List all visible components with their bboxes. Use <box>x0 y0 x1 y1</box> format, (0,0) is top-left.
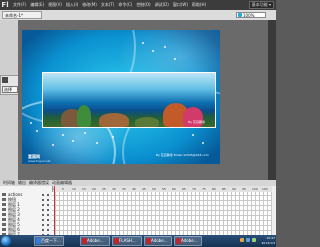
coral-rock <box>77 105 91 127</box>
layer-icon <box>2 218 6 221</box>
taskbar-button-adobe-3[interactable]: Adobe... <box>174 236 202 246</box>
bubble <box>202 142 204 144</box>
lock-dot[interactable] <box>47 203 49 206</box>
menu-commands[interactable]: 命令(C) <box>118 2 132 8</box>
playhead[interactable] <box>54 186 55 235</box>
clock-date: 2013/1/3 <box>261 241 275 245</box>
tray-icon[interactable] <box>252 238 256 242</box>
lock-dot[interactable] <box>47 198 49 201</box>
browser-icon <box>36 238 41 244</box>
taskbar-label: Adobe... <box>151 238 168 243</box>
menu-bar: Fl 文件(F) 编辑(E) 视图(V) 插入(I) 修改(M) 文本(T) 命… <box>0 0 276 10</box>
bubble <box>52 144 54 146</box>
visibility-dot[interactable] <box>42 193 44 196</box>
bubble <box>142 42 144 44</box>
lock-dot[interactable] <box>47 193 49 196</box>
selection-tool-button[interactable]: 选择 <box>2 86 18 93</box>
taskbar-label: Adobe... <box>87 238 104 243</box>
underwater-photo: By 花自飘零 <box>42 72 216 128</box>
visibility-dot[interactable] <box>42 218 44 221</box>
start-button[interactable] <box>1 236 11 246</box>
visibility-dot[interactable] <box>42 223 44 226</box>
menu-insert[interactable]: 插入(I) <box>66 2 78 8</box>
taskbar-label: FLASH... <box>119 238 136 243</box>
taskbar-label: 百度一下... <box>41 238 61 243</box>
tray-icon[interactable] <box>246 238 250 242</box>
adobe-icon <box>146 238 151 244</box>
coral-rock <box>135 117 159 127</box>
bubble <box>112 136 114 138</box>
stage-canvas[interactable]: By 花自飘零 富国网 www.fuguo.net By 花自飘零 Email:… <box>22 30 220 164</box>
bubble <box>62 134 64 136</box>
bubble <box>36 130 38 132</box>
menu-view[interactable]: 视图(V) <box>48 2 62 8</box>
menu-debug[interactable]: 调试(D) <box>155 2 169 8</box>
layer-icon <box>2 198 6 201</box>
adobe-icon <box>82 238 87 244</box>
menu-window[interactable]: 窗口(W) <box>173 2 188 8</box>
document-tab[interactable]: 未命名-1* <box>2 11 42 19</box>
visibility-dot[interactable] <box>42 208 44 211</box>
right-panel-strip <box>268 20 276 180</box>
lock-dot[interactable] <box>47 218 49 221</box>
lock-dot[interactable] <box>47 223 49 226</box>
layer-icon <box>2 213 6 216</box>
menu-modify[interactable]: 修改(M) <box>82 2 97 8</box>
bubble <box>72 140 74 142</box>
bubble <box>84 132 86 134</box>
taskbar-button-flash[interactable]: FLASH... <box>112 236 142 246</box>
bubble <box>30 122 32 124</box>
taskbar-label: Adobe... <box>181 238 198 243</box>
visibility-dot[interactable] <box>42 198 44 201</box>
coral-rock <box>183 107 203 127</box>
lock-dot[interactable] <box>47 228 49 231</box>
coral-rock <box>99 113 129 127</box>
taskbar-button-browser[interactable]: 百度一下... <box>34 236 64 246</box>
left-panel <box>0 20 19 180</box>
author-caption: By 花自飘零 Email:12345@163.com <box>156 153 209 157</box>
flash-app-icon[interactable]: Fl <box>1 1 9 9</box>
visibility-dot[interactable] <box>42 213 44 216</box>
layer-icon <box>2 208 6 211</box>
menu-control[interactable]: 控制(O) <box>136 2 150 8</box>
menu-file[interactable]: 文件(F) <box>13 2 26 8</box>
layer-list: actions 按钮 图层 1 图层 2 图层 3 图层 4 图层 5 图层 6… <box>0 186 53 237</box>
bubble <box>174 58 176 60</box>
tray-icon[interactable] <box>240 238 244 242</box>
bubble <box>96 142 98 144</box>
frame-grid[interactable] <box>52 192 272 235</box>
flash-icon <box>114 238 119 244</box>
bubble <box>152 50 154 52</box>
site-url-caption: www.fuguo.net <box>28 159 51 163</box>
menu-edit[interactable]: 编辑(E) <box>30 2 44 8</box>
menu-help[interactable]: 帮助(H) <box>192 2 206 8</box>
scene-icon[interactable] <box>238 13 242 17</box>
taskbar-button-adobe[interactable]: Adobe... <box>80 236 110 246</box>
adobe-icon <box>176 238 181 244</box>
photo-signature: By 花自飘零 <box>188 120 205 124</box>
visibility-dot[interactable] <box>42 203 44 206</box>
layer-icon <box>2 223 6 226</box>
bubble <box>192 134 194 136</box>
lock-dot[interactable] <box>47 213 49 216</box>
taskbar-clock[interactable]: 10:47 2013/1/3 <box>258 236 275 246</box>
layer-icon <box>2 228 6 231</box>
tool-swatch-icon[interactable] <box>2 77 8 83</box>
workspace-switcher[interactable]: 基本功能 ▾ <box>248 1 274 9</box>
layer-icon <box>2 203 6 206</box>
visibility-dot[interactable] <box>42 228 44 231</box>
menu-text[interactable]: 文本(T) <box>101 2 115 8</box>
lock-dot[interactable] <box>47 208 49 211</box>
taskbar-button-adobe-2[interactable]: Adobe... <box>144 236 172 246</box>
bubble <box>164 46 166 48</box>
layer-icon <box>2 193 6 196</box>
